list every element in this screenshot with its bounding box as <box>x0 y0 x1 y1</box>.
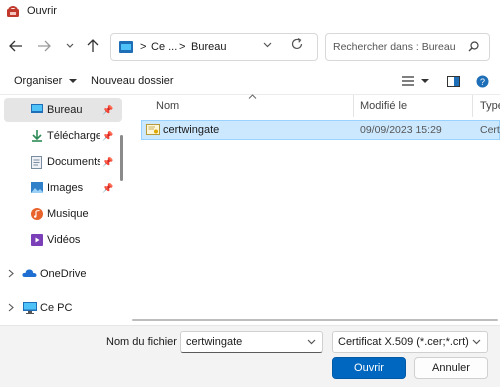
sidebar-item-music[interactable]: Musique <box>0 202 124 226</box>
sidebar-item-label: Vidéos <box>47 234 81 246</box>
column-header-type[interactable]: Type <box>480 100 500 112</box>
address-separator: > <box>140 41 147 53</box>
file-row[interactable]: certwingate 09/09/2023 15:29 Certi <box>141 120 500 140</box>
pin-icon: 📌 <box>102 104 114 115</box>
pin-icon: 📌 <box>102 130 114 141</box>
organize-button[interactable]: Organiser <box>14 75 78 87</box>
sidebar-item-label: OneDrive <box>40 268 87 280</box>
sidebar-item-downloads[interactable]: Téléchargem 📌 <box>0 124 124 148</box>
column-separator[interactable] <box>472 95 473 117</box>
sidebar-scrollbar[interactable] <box>120 135 123 181</box>
filename-label: Nom du fichier : <box>106 336 184 348</box>
file-name: certwingate <box>163 124 220 136</box>
dialog-app-icon <box>7 6 19 17</box>
preview-pane-icon[interactable] <box>446 74 460 88</box>
address-bar[interactable]: > Ce ... > Bureau <box>110 33 318 61</box>
chevron-right-icon[interactable] <box>8 269 14 280</box>
up-arrow-icon[interactable] <box>85 38 101 54</box>
address-segment-desktop[interactable]: Bureau <box>191 41 226 53</box>
address-segment-this-pc[interactable]: Ce ... <box>151 41 177 53</box>
navigation-pane: Bureau 📌 Téléchargem 📌 Documents 📌 Image… <box>0 95 128 325</box>
sidebar-item-label: Téléchargem <box>47 130 100 142</box>
dialog-footer: Nom du fichier : certwingate Certificat … <box>0 325 500 387</box>
file-type: Certi <box>480 124 500 136</box>
desktop-icon <box>119 41 133 53</box>
filetype-select[interactable]: Certificat X.509 (*.cer;*.crt) <box>332 331 488 353</box>
search-input[interactable]: Rechercher dans : Bureau <box>325 33 490 61</box>
chevron-down-icon[interactable] <box>307 337 316 347</box>
chevron-right-icon[interactable] <box>8 303 14 314</box>
chevron-down-icon[interactable] <box>62 38 78 54</box>
command-bar: Organiser Nouveau dossier ? <box>0 68 500 94</box>
title-bar: Ouvrir <box>0 0 500 24</box>
scrollbar-thumb[interactable] <box>132 319 498 321</box>
sidebar-item-documents[interactable]: Documents 📌 <box>0 150 124 174</box>
pin-icon: 📌 <box>102 156 114 167</box>
download-icon <box>31 130 43 142</box>
list-view-icon[interactable] <box>400 74 430 88</box>
help-icon[interactable]: ? <box>475 74 489 88</box>
refresh-icon[interactable] <box>290 37 306 53</box>
sort-ascending-icon <box>248 92 257 101</box>
sidebar-item-desktop[interactable]: Bureau 📌 <box>4 98 122 122</box>
certificate-icon <box>146 124 160 135</box>
filename-input[interactable]: certwingate <box>180 331 323 353</box>
music-icon <box>31 208 43 220</box>
sidebar-item-label: Bureau <box>47 104 83 116</box>
sidebar-item-this-pc[interactable]: Ce PC <box>0 296 124 320</box>
filename-value: certwingate <box>186 336 243 348</box>
chevron-down-icon <box>69 79 78 83</box>
column-separator[interactable] <box>353 95 354 117</box>
column-header-modified[interactable]: Modifié le <box>360 100 407 112</box>
computer-icon <box>23 302 37 314</box>
pin-icon: 📌 <box>102 182 114 193</box>
address-dropdown-icon[interactable] <box>263 40 272 51</box>
images-icon <box>31 182 43 194</box>
window-title: Ouvrir <box>27 5 57 17</box>
organize-label: Organiser <box>14 75 63 87</box>
chevron-down-icon <box>472 337 481 347</box>
new-folder-button[interactable]: Nouveau dossier <box>91 75 174 87</box>
cancel-button[interactable]: Annuler <box>414 357 488 379</box>
sidebar-item-images[interactable]: Images 📌 <box>0 176 124 200</box>
back-arrow-icon[interactable] <box>8 38 24 54</box>
forward-arrow-icon[interactable] <box>36 38 52 54</box>
filetype-value: Certificat X.509 (*.cer;*.crt) <box>338 336 469 348</box>
address-separator: > <box>179 41 186 53</box>
horizontal-scrollbar[interactable] <box>130 314 500 322</box>
onedrive-icon <box>22 268 37 280</box>
documents-icon <box>31 156 43 169</box>
sidebar-item-videos[interactable]: Vidéos <box>0 228 124 252</box>
sidebar-item-label: Documents <box>47 156 100 168</box>
search-icon <box>468 41 479 52</box>
svg-text:?: ? <box>479 77 484 87</box>
open-button[interactable]: Ouvrir <box>332 357 406 379</box>
sidebar-item-label: Musique <box>47 208 89 220</box>
videos-icon <box>31 234 43 246</box>
column-header-name[interactable]: Nom <box>156 100 179 112</box>
chevron-down-icon <box>420 78 429 83</box>
file-list: Nom Modifié le Type certwingate 09/09/20… <box>130 92 500 325</box>
desktop-icon <box>31 104 43 116</box>
sidebar-item-onedrive[interactable]: OneDrive <box>0 262 124 286</box>
sidebar-item-label: Ce PC <box>40 302 73 314</box>
search-placeholder: Rechercher dans : Bureau <box>333 41 456 53</box>
sidebar-item-label: Images <box>47 182 84 194</box>
file-modified: 09/09/2023 15:29 <box>360 124 442 136</box>
